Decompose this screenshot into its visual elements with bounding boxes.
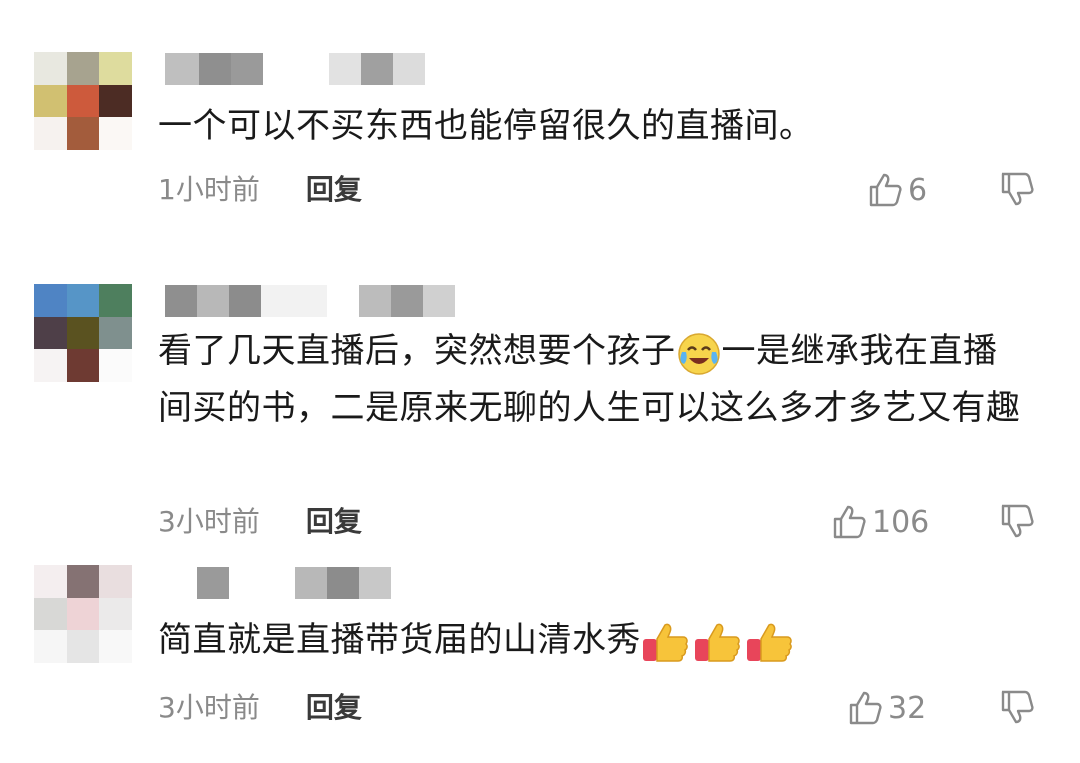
avatar-pixel [34, 630, 67, 663]
avatar-pixel [34, 597, 67, 631]
avatar-pixel [99, 565, 132, 598]
avatar-pixel [99, 630, 132, 663]
reply-button[interactable]: 回复 [306, 686, 362, 726]
thumbs-up-emoji [747, 623, 792, 662]
comment-text: 简直就是直播带货届的山清水秀 [158, 612, 1028, 669]
avatar-pixel [99, 597, 132, 631]
thumbs-up-emoji [695, 623, 740, 662]
like-button[interactable]: 32 [846, 688, 926, 728]
like-count: 32 [888, 690, 927, 726]
avatar-pixel [66, 630, 100, 663]
comment-meta: 3小时前 回复 [158, 686, 362, 726]
avatar[interactable] [34, 565, 132, 663]
avatar-pixel [34, 565, 67, 598]
thumbs-down-icon[interactable] [998, 688, 1036, 728]
username-blurred[interactable] [165, 567, 391, 599]
comment-time: 3小时前 [158, 691, 260, 724]
avatar-pixel [66, 597, 100, 631]
comment-item: 简直就是直播带货届的山清水秀 3小时前 回复 32 [0, 0, 1080, 763]
comment-text-part-1: 简直就是直播带货届的山清水秀 [158, 620, 641, 660]
thumbs-up-icon [849, 691, 882, 725]
avatar-pixel [66, 565, 100, 598]
thumbs-up-emoji [643, 623, 688, 662]
